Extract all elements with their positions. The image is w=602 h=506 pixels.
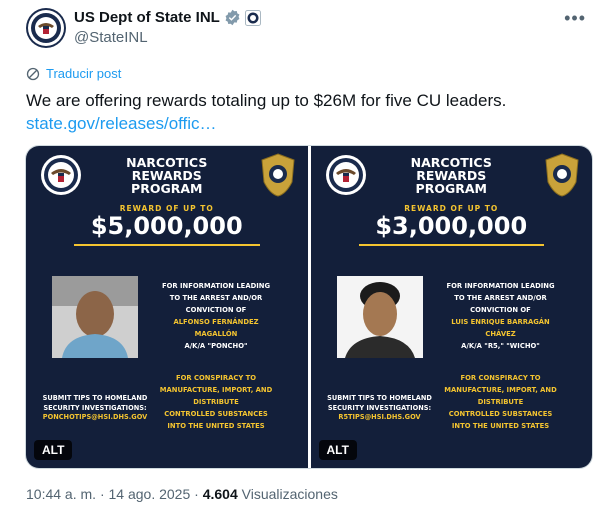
author-handle[interactable]: @StateINL: [74, 29, 148, 46]
state-dept-seal-icon: [28, 10, 64, 46]
views-count: 4.604: [202, 486, 238, 502]
suspect-photo: [336, 276, 423, 358]
tips-email: PONCHOTIPS@HSI.DHS.GOV: [42, 413, 148, 421]
translate-button[interactable]: Traducir post: [26, 66, 121, 81]
charges-block: FOR CONSPIRACY TO MANUFACTURE, IMPORT, A…: [159, 374, 273, 430]
info-block: FOR INFORMATION LEADING TO THE ARREST AN…: [427, 280, 575, 352]
alt-button[interactable]: ALT: [34, 440, 73, 460]
reward-poster-2[interactable]: NARCOTICS REWARDS PROGRAM REWARD OF UP T…: [310, 146, 592, 468]
poster-title: NARCOTICS REWARDS PROGRAM: [410, 155, 492, 196]
tweet-date[interactable]: 14 ago. 2025: [109, 486, 191, 502]
suspect-photo: [52, 276, 138, 358]
author-name[interactable]: US Dept of State INL: [74, 9, 220, 26]
media-grid: NARCOTICS REWARDS PROGRAM REWARD OF UP T…: [25, 145, 593, 469]
meta-separator: ·: [194, 486, 203, 502]
views-label: Visualizaciones: [241, 486, 338, 502]
reward-amount: $5,000,000: [74, 212, 260, 246]
info-block: FOR INFORMATION LEADING TO THE ARREST AN…: [142, 280, 290, 352]
suspect-name: LUIS ENRIQUE BARRAGÁN: [451, 318, 550, 326]
translate-label: Traducir post: [46, 66, 122, 81]
state-dept-seal-icon: [325, 155, 366, 195]
author-avatar[interactable]: [26, 8, 66, 48]
meta-separator: ·: [99, 486, 109, 502]
tips-email: R5TIPS@HSI.DHS.GOV: [338, 413, 421, 421]
alt-button[interactable]: ALT: [318, 440, 357, 460]
more-icon[interactable]: •••: [564, 8, 586, 29]
author-name-row: US Dept of State INL: [74, 9, 261, 26]
suspect-alias: A/K/A "PONCHO": [184, 342, 248, 350]
tips-block: SUBMIT TIPS TO HOMELAND SECURITY INVESTI…: [40, 394, 150, 423]
tweet-link[interactable]: state.gov/releases/offic…: [26, 114, 217, 134]
reward-poster-1[interactable]: NARCOTICS REWARDS PROGRAM REWARD OF UP T…: [26, 146, 308, 468]
verified-badge-icon[interactable]: [224, 9, 241, 26]
hsi-badge-icon: [260, 153, 295, 197]
hsi-badge-icon: [545, 153, 579, 197]
charges-block: FOR CONSPIRACY TO MANUFACTURE, IMPORT, A…: [444, 374, 557, 430]
poster-title: NARCOTICS REWARDS PROGRAM: [126, 155, 208, 196]
tweet-time[interactable]: 10:44 a. m.: [26, 486, 96, 502]
affiliate-seal-icon[interactable]: [244, 9, 261, 26]
tips-block: SUBMIT TIPS TO HOMELAND SECURITY INVESTI…: [325, 394, 435, 423]
state-dept-seal-icon: [41, 155, 81, 195]
suspect-alias: A/K/A "R5," "WICHO": [461, 342, 540, 350]
reward-amount: $3,000,000: [358, 212, 544, 246]
suspect-name: ALFONSO FERNÁNDEZ: [173, 318, 259, 326]
tweet-meta: 10:44 a. m. · 14 ago. 2025 · 4.604 Visua…: [26, 486, 338, 502]
tweet-text: We are offering rewards totaling up to $…: [26, 91, 507, 110]
translate-icon: [26, 67, 40, 80]
